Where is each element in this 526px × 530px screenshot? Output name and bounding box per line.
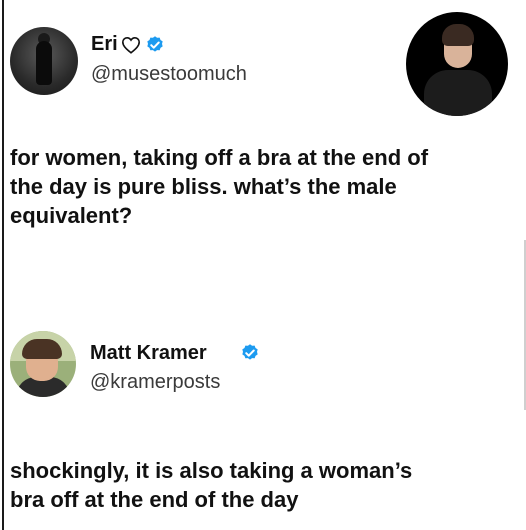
heart-outline-icon (121, 36, 141, 54)
avatar-eri[interactable] (10, 27, 78, 95)
tweet1-text-line: equivalent? (10, 203, 133, 228)
avatar-hair (22, 339, 62, 359)
tweet2-text-line: bra off at the end of the day (10, 487, 299, 512)
tweet1-text-line: the day is pure bliss. what’s the male (10, 174, 397, 199)
photo-person-hair (442, 24, 474, 46)
tweet2-text-line: shockingly, it is also taking a woman’s (10, 458, 413, 483)
tweet1-author-name[interactable]: Eri (91, 32, 118, 56)
verified-badge-icon (242, 344, 258, 360)
screenshot-page: Eri @musestoomuch for women, taking off … (0, 0, 526, 530)
verified-badge-icon (147, 36, 163, 52)
tweet1-text-line: for women, taking off a bra at the end o… (10, 145, 429, 170)
tweet1-author-photo (406, 12, 508, 116)
tweet2-author-name[interactable]: Matt Kramer (90, 341, 207, 365)
tweet1-text: for women, taking off a bra at the end o… (10, 143, 510, 230)
avatar-matt-kramer[interactable] (10, 331, 76, 397)
tweet1-author-handle[interactable]: @musestoomuch (91, 62, 247, 86)
tweet2-author-handle[interactable]: @kramerposts (90, 370, 220, 394)
tweet2-text: shockingly, it is also taking a woman’s … (10, 456, 520, 514)
left-edge-line (2, 0, 4, 530)
photo-person-body (424, 70, 492, 116)
avatar-figure-body (36, 41, 52, 85)
